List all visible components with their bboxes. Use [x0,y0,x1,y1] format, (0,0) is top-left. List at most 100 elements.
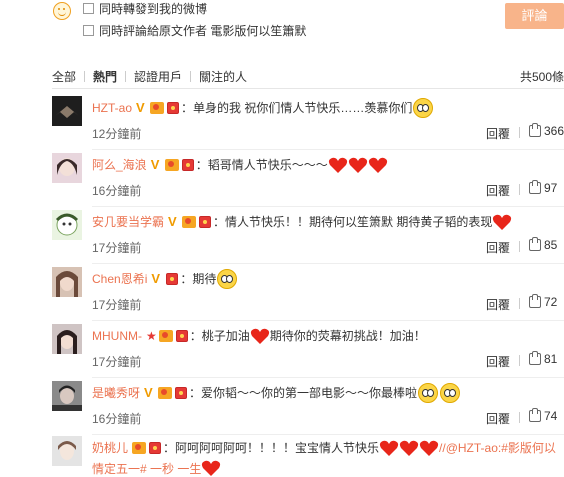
vip-badge-icon [132,442,147,454]
red-envelope-icon [181,159,194,171]
repost-option[interactable]: 同時轉發到我的微博 [83,0,207,16]
composer-options: 同時轉發到我的微博 同時評論給原文作者 電影版何以笙簫默 評論 [0,0,564,40]
comment-username[interactable]: 安几要当学霸 [92,212,164,232]
tab-verified[interactable]: 認證用戶 [134,68,182,85]
repost-link[interactable]: //@HZT-ao:#影版何以 [439,438,556,458]
pleading-emoji-icon [418,383,439,403]
comment-body: 奶桃儿 ：阿呵阿呵阿呵！！！！宝宝情人节快乐 //@HZT-ao:#影版何以 [92,438,564,458]
comment-text: ：爱你韬～～你的第一部电影～～你最棒啦 [189,386,418,400]
comment-item: 奶桃儿 ：阿呵阿呵阿呵！！！！宝宝情人节快乐 //@HZT-ao:#影版何以 情… [52,436,564,477]
emoji-icon[interactable] [53,2,71,20]
heart-emoji-icon [201,459,221,477]
heart-emoji-icon [348,156,368,174]
comment-text: ：桃子加油 [189,329,250,343]
heart-emoji-icon [250,327,270,345]
like-button[interactable]: 366 [529,123,564,138]
avatar[interactable] [52,267,82,297]
avatar[interactable] [52,324,82,354]
reply-button[interactable]: 回覆 [486,125,510,142]
comment-original-checkbox[interactable] [83,24,94,36]
comment-username[interactable]: 阿么_海浪 [92,155,147,175]
red-envelope-icon [166,273,179,285]
like-count: 97 [544,181,558,195]
reply-button[interactable]: 回覆 [486,353,510,370]
verified-badge-icon: V [150,157,160,172]
hashtag-link[interactable]: 情定五一# 一秒 一生 [92,460,201,477]
comment-item: 是曦秀呀 V ：爱你韬～～你的第一部电影～～你最棒啦 16分鐘前 回覆 74 [52,381,564,438]
comment-original-option[interactable]: 同時評論給原文作者 電影版何以笙簫默 [83,22,306,38]
thumbs-up-icon [529,408,541,422]
heart-emoji-icon [368,156,388,174]
like-count: 85 [544,238,558,252]
thumbs-up-icon [529,123,541,137]
like-button[interactable]: 74 [529,408,557,423]
tab-divider [125,70,127,82]
comment-item: Chen恩希i V ：期待 17分鐘前 回覆 72 [52,267,564,324]
heart-emoji-icon [419,439,439,457]
comment-original-label: 同時評論給原文作者 電影版何以笙簫默 [99,23,307,38]
comment-body: 是曦秀呀 V ：爱你韬～～你的第一部电影～～你最棒啦 [92,383,564,403]
heart-emoji-icon [492,213,512,231]
tab-hot[interactable]: 熱門 [93,68,117,85]
repost-option-label: 同時轉發到我的微博 [99,1,208,16]
comment-username[interactable]: 奶桃儿 [92,438,128,458]
comment-divider [92,149,564,150]
like-button[interactable]: 97 [529,180,558,195]
red-envelope-icon [199,216,212,228]
pleading-emoji-icon [217,269,238,289]
comment-body: HZT-ao V ：单身的我 祝你们情人节快乐……羡慕你们 [92,98,564,118]
tab-divider [190,70,192,82]
comment-item: HZT-ao V ：单身的我 祝你们情人节快乐……羡慕你们 12分鐘前 回覆 3… [52,96,564,153]
comment-time: 17分鐘前 [92,298,142,312]
comment-username[interactable]: MHUNM- [92,326,142,346]
comment-time: 17分鐘前 [92,241,142,255]
comment-body: Chen恩希i V ：期待 [92,269,564,289]
comment-time: 12分鐘前 [92,127,142,141]
avatar[interactable] [52,436,82,466]
comment-username[interactable]: HZT-ao [92,98,132,118]
like-button[interactable]: 85 [529,237,558,252]
red-envelope-icon [175,387,188,399]
repost-checkbox[interactable] [83,2,94,14]
tab-following[interactable]: 關注的人 [199,68,247,85]
comment-text: ：单身的我 祝你们情人节快乐……羡慕你们 [181,101,413,115]
comment-time: 16分鐘前 [92,184,142,198]
red-envelope-icon [167,102,180,114]
vip-badge-icon [150,102,165,114]
comment-text: ：期待 [180,272,217,286]
tab-all[interactable]: 全部 [52,68,76,85]
thumbs-up-icon [529,351,541,365]
comment-divider [92,263,564,264]
reply-button[interactable]: 回覆 [486,410,510,427]
reply-button[interactable]: 回覆 [486,239,510,256]
reply-button[interactable]: 回覆 [486,296,510,313]
reply-button[interactable]: 回覆 [486,182,510,199]
verified-badge-icon: V [151,271,161,286]
comment-text: ：韬哥情人节快乐～～～ [195,158,328,172]
action-divider [519,184,520,195]
vip-badge-icon [182,216,197,228]
comment-username[interactable]: 是曦秀呀 [92,383,140,403]
avatar[interactable] [52,210,82,240]
verified-badge-icon: V [136,100,145,115]
comment-item: 阿么_海浪 V ：韬哥情人节快乐～～～ 16分鐘前 回覆 97 [52,153,564,210]
comment-submit-button[interactable]: 評論 [505,3,564,29]
like-button[interactable]: 72 [529,294,557,309]
red-envelope-icon [149,442,162,454]
comment-text: ：情人节快乐！！期待何以笙箫默 期待黄子韬的表现 [213,215,493,229]
star-badge-icon: ★ [146,329,157,343]
comment-item: 安几要当学霸 V ：情人节快乐！！期待何以笙箫默 期待黄子韬的表现 17分鐘前 … [52,210,564,267]
thumbs-up-icon [529,237,541,251]
smiley-emoji-icon [413,98,434,118]
comment-body: 阿么_海浪 V ：韬哥情人节快乐～～～ [92,155,564,175]
comment-divider [92,377,564,378]
avatar[interactable] [52,96,82,126]
comment-time: 16分鐘前 [92,412,142,426]
avatar[interactable] [52,153,82,183]
tab-divider [84,70,86,82]
comment-filter-tabs: 全部 熱門 認證用戶 關注的人 共500條 [52,66,564,86]
comment-username[interactable]: Chen恩希i [92,269,147,289]
comment-time: 17分鐘前 [92,355,142,369]
like-button[interactable]: 81 [529,351,557,366]
avatar[interactable] [52,381,82,411]
